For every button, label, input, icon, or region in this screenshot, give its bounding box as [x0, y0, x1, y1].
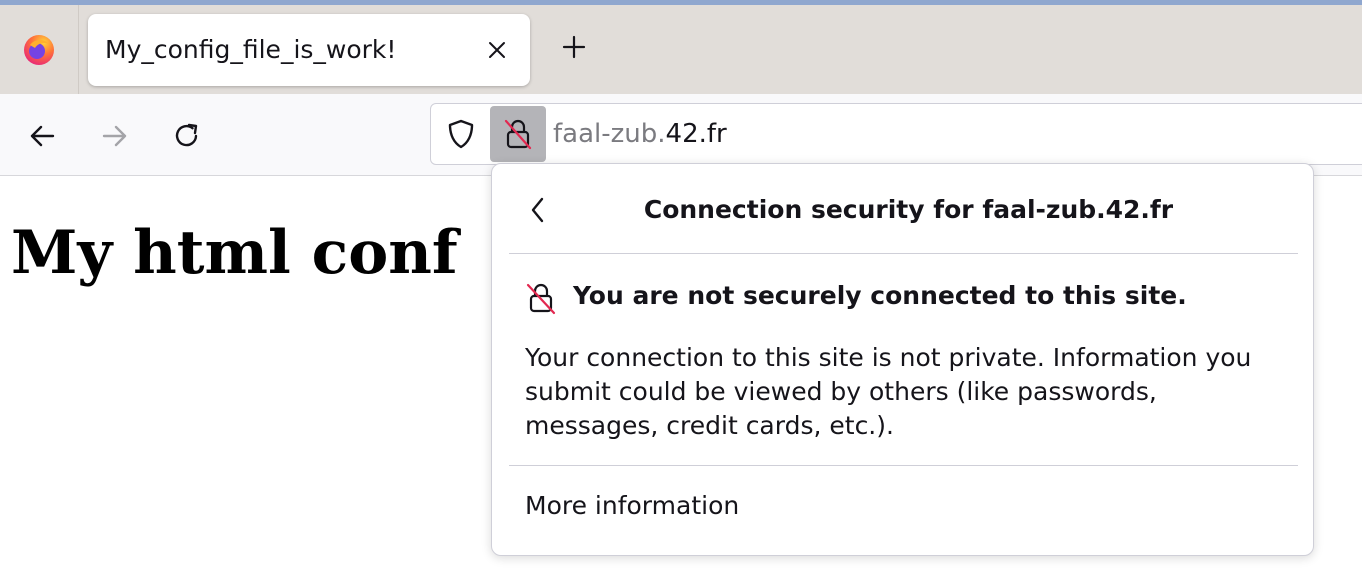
url-subdomain: faal-zub. [553, 119, 666, 149]
insecure-warning: You are not securely connected to this s… [573, 281, 1187, 310]
arrow-right-icon [102, 125, 127, 147]
insecure-lock-icon [504, 119, 532, 150]
shield-icon [448, 119, 474, 149]
firefox-menu-button[interactable] [0, 5, 79, 94]
url-domain: 42.fr [665, 119, 727, 149]
tracking-protection-button[interactable] [443, 116, 479, 152]
tab-strip: My_config_file_is_work! [0, 5, 1362, 94]
tab-title: My_config_file_is_work! [105, 35, 397, 64]
firefox-logo-icon [24, 34, 54, 65]
reload-icon [175, 123, 198, 147]
close-icon [489, 42, 505, 58]
panel-title: Connection security for faal-zub.42.fr [643, 195, 1174, 224]
page-heading: My html conf [11, 218, 458, 288]
more-information-link[interactable]: More information [525, 488, 739, 524]
arrow-left-icon [30, 125, 55, 147]
connection-security-panel: Connection security for faal-zub.42.fr Y… [491, 163, 1314, 556]
new-tab-button[interactable] [556, 29, 592, 65]
site-security-button[interactable] [490, 106, 546, 162]
forward-button[interactable] [95, 116, 135, 156]
security-description: Your connection to this site is not priv… [525, 343, 1252, 440]
panel-divider [509, 465, 1298, 466]
back-button[interactable] [22, 116, 62, 156]
panel-divider [509, 253, 1298, 254]
reload-button[interactable] [167, 116, 207, 156]
tab-active[interactable]: My_config_file_is_work! [88, 14, 530, 86]
plus-icon [562, 35, 586, 59]
tab-close-button[interactable] [482, 35, 512, 65]
url-text: faal-zub.42.fr [553, 104, 727, 164]
insecure-lock-icon [526, 283, 556, 315]
url-bar[interactable]: faal-zub.42.fr [430, 103, 1362, 165]
